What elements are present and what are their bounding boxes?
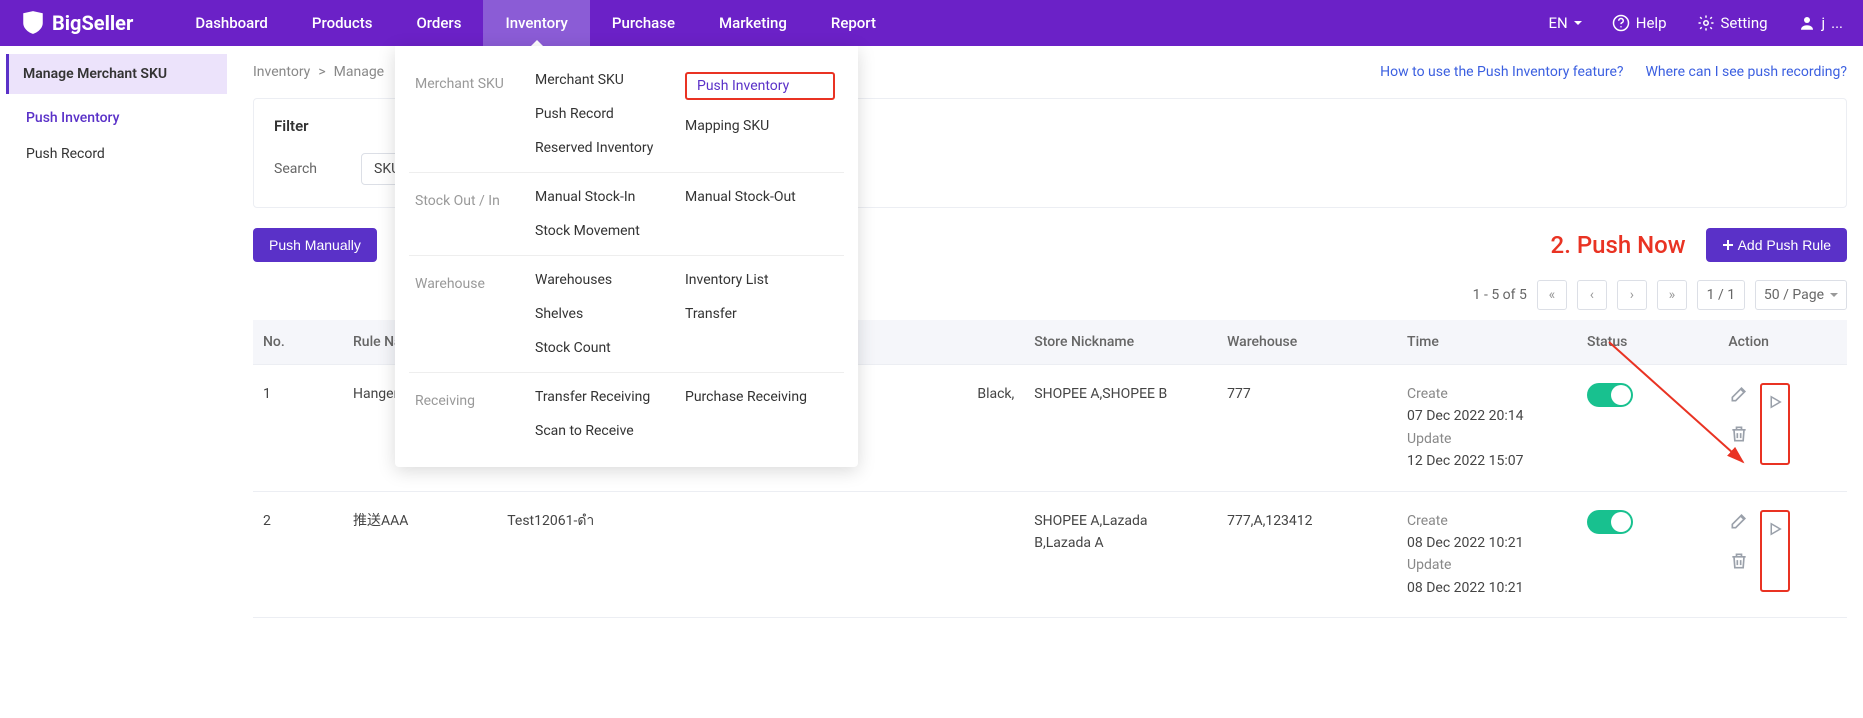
table-row: 2 推送AAA Test12061-ดำ SHOPEE A,Lazada B,L… [253,491,1847,618]
brand-text: BigSeller [52,11,133,35]
mega-cat-receiving: Receiving [395,389,535,439]
edit-icon[interactable] [1728,383,1750,405]
user-menu[interactable]: j... [1798,14,1843,32]
lang-switcher[interactable]: EN [1549,14,1582,32]
mega-link-warehouses[interactable]: Warehouses [535,272,685,288]
status-toggle[interactable] [1587,383,1633,407]
next-page-button[interactable]: › [1617,280,1647,310]
nav-products[interactable]: Products [290,0,395,46]
mega-link-stock-count[interactable]: Stock Count [535,340,685,356]
plus-icon [1722,239,1734,251]
mega-link-stock-movement[interactable]: Stock Movement [535,223,685,239]
col-time: Time [1397,320,1577,365]
sidebar-item-push-inventory[interactable]: Push Inventory [6,100,227,136]
prev-page-button[interactable]: ‹ [1577,280,1607,310]
bc-inventory[interactable]: Inventory [253,64,310,80]
chevron-down-icon [1830,293,1838,301]
per-page-select[interactable]: 50 / Page [1755,280,1847,310]
topbar-right: EN Help Setting j... [1549,14,1843,32]
nav-dashboard[interactable]: Dashboard [173,0,290,46]
mega-cat-warehouse: Warehouse [395,272,535,356]
mega-link-merchant-sku[interactable]: Merchant SKU [535,72,685,88]
help-link[interactable]: Help [1612,14,1667,32]
mega-link-transfer[interactable]: Transfer [685,306,835,322]
mega-link-manual-stockin[interactable]: Manual Stock-In [535,189,685,205]
nav-purchase[interactable]: Purchase [590,0,697,46]
logo-icon [20,10,46,36]
push-manually-button[interactable]: Push Manually [253,228,377,262]
gear-icon [1697,14,1715,32]
annotation-red-box: Push Inventory [685,72,835,100]
lang-label: EN [1549,14,1568,32]
nav-orders[interactable]: Orders [394,0,483,46]
sidebar: Manage Merchant SKU Push Inventory Push … [0,46,233,638]
sidebar-heading: Manage Merchant SKU [6,54,227,94]
col-warehouse: Warehouse [1217,320,1397,365]
inventory-mega-menu: Merchant SKU Merchant SKU Push Record Re… [395,46,858,467]
nav-marketing[interactable]: Marketing [697,0,809,46]
last-page-button[interactable]: » [1657,280,1687,310]
help-label: Help [1636,14,1667,32]
mega-link-transfer-receiving[interactable]: Transfer Receiving [535,389,685,405]
sidebar-item-push-record[interactable]: Push Record [6,136,227,172]
play-icon [1766,393,1784,411]
mega-cat-stock: Stock Out / In [395,189,535,239]
col-store: Store Nickname [1024,320,1217,365]
col-status: Status [1577,320,1718,365]
add-push-rule-button[interactable]: Add Push Rule [1706,228,1847,262]
nav-inventory[interactable]: Inventory [483,0,589,46]
mega-link-mapping-sku[interactable]: Mapping SKU [685,118,835,134]
first-page-button[interactable]: « [1537,280,1567,310]
delete-icon[interactable] [1728,550,1750,572]
annotation-push-now: 2. Push Now [1551,231,1686,259]
user-icon [1798,14,1816,32]
page-range: 1 - 5 of 5 [1473,287,1527,303]
brand-logo[interactable]: BigSeller [20,10,133,36]
help-link-push-feature[interactable]: How to use the Push Inventory feature? [1380,64,1623,80]
delete-icon[interactable] [1728,423,1750,445]
mega-link-inventory-list[interactable]: Inventory List [685,272,835,288]
mega-link-purchase-receiving[interactable]: Purchase Receiving [685,389,835,405]
mega-cat-merchant-sku: Merchant SKU [395,72,535,156]
topbar: BigSeller Dashboard Products Orders Inve… [0,0,1863,46]
mega-link-manual-stockout[interactable]: Manual Stock-Out [685,189,835,205]
page-input[interactable]: 1 / 1 [1697,280,1745,310]
mega-link-push-inventory[interactable]: Push Inventory [697,78,789,94]
chevron-down-icon [1574,21,1582,29]
edit-icon[interactable] [1728,510,1750,532]
page-layout: Manage Merchant SKU Push Inventory Push … [0,46,1863,638]
push-now-button[interactable] [1760,510,1790,592]
nav-report[interactable]: Report [809,0,898,46]
col-no: No. [253,320,343,365]
mega-link-scan-receive[interactable]: Scan to Receive [535,423,685,439]
bc-manage: Manage [334,64,384,80]
search-label: Search [274,161,317,177]
setting-label: Setting [1721,14,1768,32]
mega-link-push-record[interactable]: Push Record [535,106,685,122]
help-icon [1612,14,1630,32]
setting-link[interactable]: Setting [1697,14,1768,32]
user-label: j [1822,14,1826,32]
col-action: Action [1718,320,1847,365]
help-link-push-recording[interactable]: Where can I see push recording? [1645,64,1847,80]
mega-link-shelves[interactable]: Shelves [535,306,685,322]
play-icon [1766,520,1784,538]
status-toggle[interactable] [1587,510,1633,534]
push-now-button[interactable] [1760,383,1790,465]
main-nav: Dashboard Products Orders Inventory Purc… [173,0,898,46]
mega-link-reserved-inv[interactable]: Reserved Inventory [535,140,685,156]
